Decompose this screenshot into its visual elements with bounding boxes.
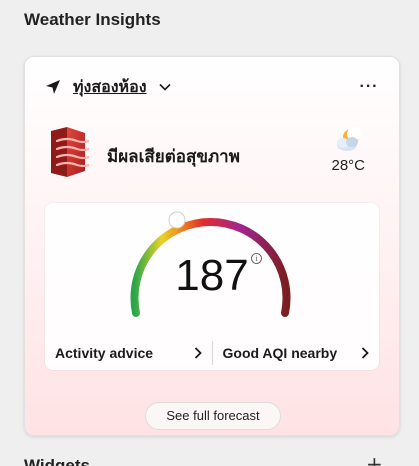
- temperature: 28°C: [331, 157, 365, 174]
- good-aqi-nearby-button[interactable]: Good AQI nearby: [213, 345, 380, 361]
- aqi-status-text: มีผลเสียต่อสุขภาพ: [107, 147, 240, 167]
- location-name[interactable]: ทุ่งสองห้อง: [73, 75, 147, 100]
- location-selector[interactable]: ทุ่งสองห้อง: [45, 75, 171, 99]
- aqi-panel[interactable]: 187 i Activity advice Good AQI nearby: [45, 203, 379, 370]
- advice-row: Activity advice Good AQI nearby: [45, 337, 379, 369]
- aqi-value: 187: [175, 251, 249, 300]
- weather-card: ทุ่งสองห้อง ··· มีผลเสียต่อสุขภาพ 28°C 1…: [24, 56, 400, 436]
- gauge-indicator: [168, 211, 186, 229]
- air-quality-building-icon: [47, 127, 91, 182]
- chevron-right-icon: [194, 347, 202, 359]
- good-aqi-nearby-label: Good AQI nearby: [222, 345, 338, 361]
- plus-icon[interactable]: +: [366, 452, 383, 466]
- section-title-weather-insights: Weather Insights: [24, 10, 161, 29]
- see-full-forecast-button[interactable]: See full forecast: [145, 402, 281, 430]
- navigation-arrow-icon: [45, 79, 61, 95]
- more-options-button[interactable]: ···: [357, 75, 381, 99]
- chevron-right-icon: [361, 347, 369, 359]
- partly-cloudy-night-icon: [335, 127, 363, 158]
- chevron-down-icon[interactable]: [158, 83, 171, 91]
- activity-advice-label: Activity advice: [55, 345, 154, 361]
- info-icon[interactable]: i: [251, 253, 262, 264]
- activity-advice-button[interactable]: Activity advice: [45, 345, 212, 361]
- section-title-widgets: Widgets: [24, 456, 90, 466]
